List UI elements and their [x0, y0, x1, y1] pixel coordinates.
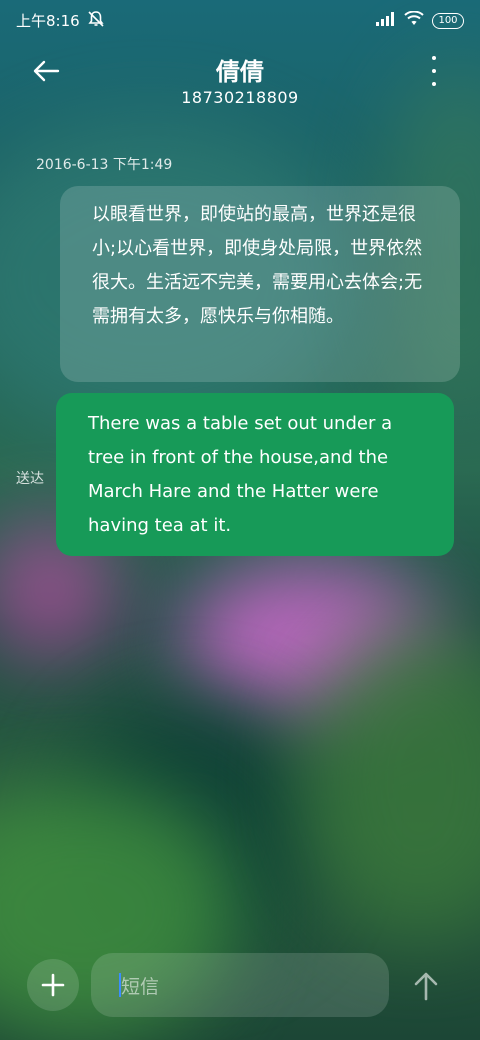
wifi-icon	[404, 10, 424, 30]
outgoing-message-bubble[interactable]: There was a table set out under a tree i…	[56, 393, 454, 556]
message-input-placeholder: 短信	[121, 976, 160, 998]
outgoing-message-text: There was a table set out under a tree i…	[88, 413, 393, 536]
delivery-status: 送达	[16, 471, 44, 487]
battery-icon: 100	[432, 12, 464, 29]
incoming-message-bubble[interactable]: 以眼看世界，即使站的最高，世界还是很小;以心看世界，即使身处局限，世界依然很大。…	[60, 186, 460, 382]
mute-icon	[86, 10, 106, 32]
status-time: 上午8:16	[16, 12, 80, 30]
message-timestamp: 2016-6-13 下午1:49	[36, 157, 173, 173]
status-bar: 上午8:16 100	[0, 0, 480, 44]
send-arrow-icon[interactable]	[406, 966, 446, 1006]
plus-icon[interactable]	[27, 959, 79, 1011]
more-vert-icon[interactable]	[424, 56, 444, 86]
signal-icon	[376, 11, 396, 30]
contact-phone-number: 18730218809	[181, 88, 299, 107]
incoming-message-text: 以眼看世界，即使站的最高，世界还是很小;以心看世界，即使身处局限，世界依然很大。…	[92, 204, 423, 327]
message-input[interactable]: 短信	[91, 953, 389, 1017]
contact-name: 倩倩	[216, 58, 264, 86]
